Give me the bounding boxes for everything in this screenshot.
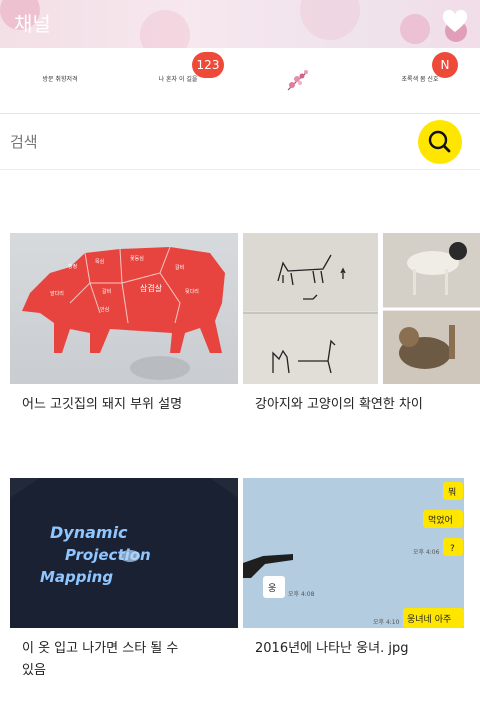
svg-text:갈비: 갈비 [102,288,111,295]
tab-label: 방문 취향저격 [42,76,78,83]
svg-text:먹었어: 먹었어 [428,514,453,526]
svg-text:오후 4:08: 오후 4:08 [288,590,315,598]
tab-label: 나 혼자 이 길을 [158,76,198,83]
svg-text:목심: 목심 [95,258,104,265]
tab-label: 초록색 봄 신호 [401,76,439,83]
svg-text:뒷다리: 뒷다리 [185,288,199,295]
dog-cat-drawing-image[interactable] [243,233,378,384]
svg-text:삼겹살: 삼겹살 [140,283,163,293]
svg-text:앞다리: 앞다리 [50,290,64,297]
dog-cat-photo[interactable] [383,233,480,384]
card-caption[interactable]: 이 옷 입고 나가면 스타 될 수 있음 [22,638,222,682]
svg-text:Mapping: Mapping [40,568,113,586]
svg-text:?: ? [450,544,455,554]
svg-text:Dynamic: Dynamic [50,523,128,542]
page-title: 채널 [14,12,51,36]
search-icon [428,130,451,153]
card-caption[interactable]: 강아지와 고양이의 확연한 차이 [255,394,423,416]
channel-header: 채널 [0,0,480,48]
svg-text:갈비: 갈비 [175,264,184,271]
svg-text:오후 4:06: 오후 4:06 [413,548,440,556]
svg-text:꽃등심: 꽃등심 [130,255,144,262]
svg-text:항정: 항정 [68,263,77,270]
count-badge: 123 [192,52,224,78]
chat-screenshot-image[interactable]: 뭐 먹었어 ? 오후 4:06 웅 오후 4:08 웅녀네 아주 오후 4:10 [243,478,464,628]
card-caption[interactable]: 어느 고깃집의 돼지 부위 설명 [22,394,182,416]
svg-text:웅녀네 아주: 웅녀네 아주 [407,614,451,625]
tab-fourth[interactable]: 초록색 봄 신호 N [360,48,480,114]
svg-text:뭐: 뭐 [448,486,456,498]
new-badge: N [432,52,458,78]
svg-text:웅: 웅 [268,583,276,594]
svg-text:안심: 안심 [100,306,109,313]
search-bar [0,114,480,170]
card-caption[interactable]: 2016년에 나타난 웅녀. jpg [255,638,408,660]
search-button[interactable] [418,120,462,164]
tab-second[interactable]: 나 혼자 이 길을 123 [118,48,238,114]
heart-icon[interactable] [442,10,468,34]
tab-first[interactable]: 방문 취향저격 [0,48,120,114]
channel-tabs: 방문 취향저격 나 혼자 이 길을 123 초록색 봄 신호 N [0,48,480,114]
svg-text:오후 4:10: 오후 4:10 [373,618,400,626]
shirt-image[interactable]: Dynamic Projection Mapping [10,478,238,628]
pig-cuts-image[interactable]: 목심 꽃등심 항정 갈비 앞다리 갈비 삼겹살 뒷다리 안심 [10,233,238,384]
blossom-branch-icon[interactable] [285,68,311,94]
search-input[interactable] [10,124,410,160]
